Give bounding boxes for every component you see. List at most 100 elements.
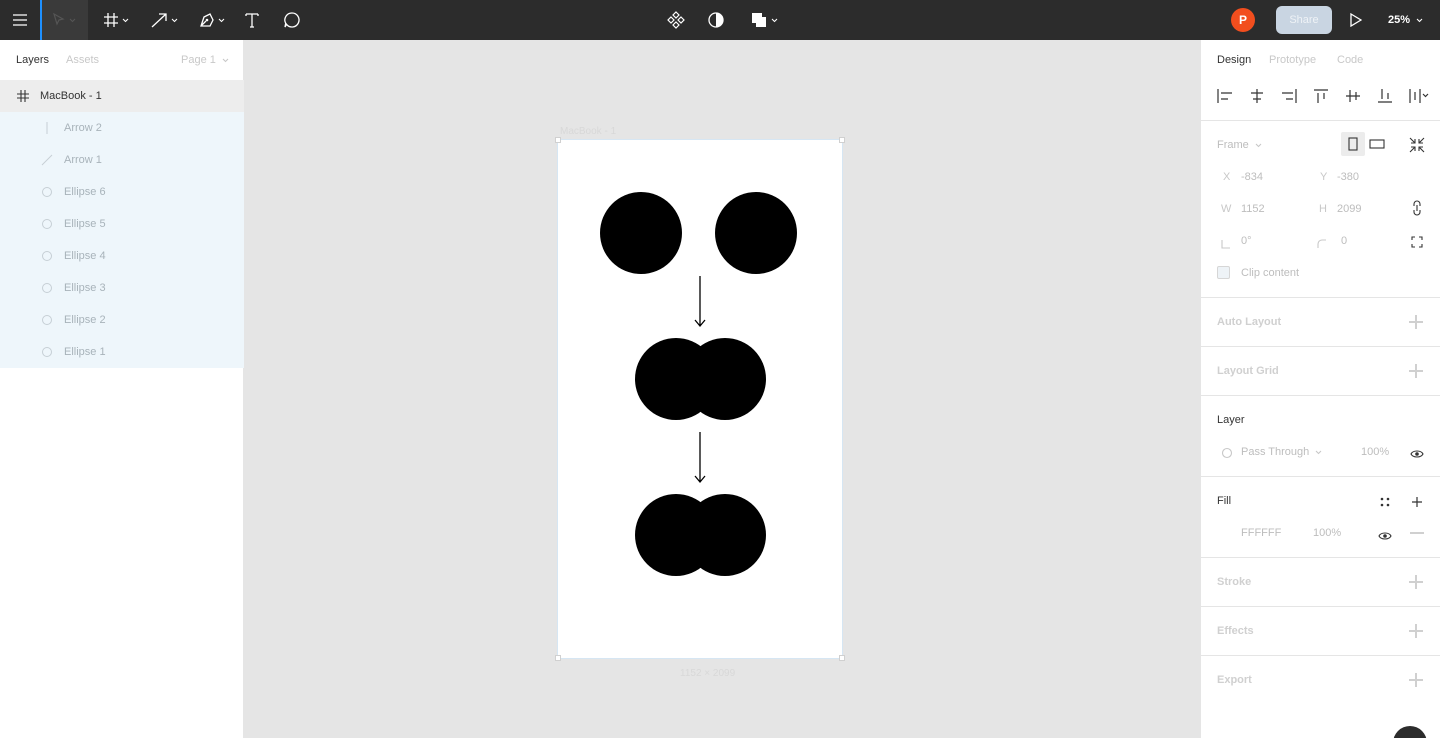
- resize-handle[interactable]: [839, 655, 845, 661]
- frame-dimensions-label: 1152 × 2099: [680, 668, 736, 679]
- component-icon: [667, 11, 685, 29]
- layer-row[interactable]: Ellipse 2: [0, 304, 244, 336]
- landscape-orientation-button[interactable]: [1369, 137, 1385, 151]
- resize-to-fit-button[interactable]: [1409, 137, 1425, 153]
- divider: [1201, 557, 1440, 558]
- arrow-tool-button[interactable]: [144, 0, 184, 40]
- pen-tool-button[interactable]: [192, 0, 232, 40]
- frame-tool-icon: [104, 13, 118, 27]
- share-button[interactable]: Share: [1276, 6, 1332, 34]
- comment-tool-button[interactable]: [280, 0, 304, 40]
- arrow-1[interactable]: [694, 276, 706, 328]
- chevron-down-icon: [218, 18, 225, 22]
- distribute-button[interactable]: [1409, 88, 1440, 104]
- add-effect-button[interactable]: [1409, 624, 1423, 638]
- distribute-icon: [1409, 89, 1429, 103]
- ellipse-2[interactable]: [715, 192, 797, 274]
- align-horizontal-center-button[interactable]: [1249, 88, 1281, 104]
- styles-button[interactable]: [1379, 495, 1391, 513]
- layers-panel: Layers Assets Page 1 MacBook - 1 Arrow 2…: [0, 40, 244, 738]
- layer-row[interactable]: Ellipse 1: [0, 336, 244, 368]
- avatar[interactable]: P: [1231, 8, 1255, 32]
- w-input[interactable]: 1152: [1241, 203, 1265, 215]
- frame-type-selector[interactable]: Frame: [1217, 139, 1262, 151]
- ellipse-1[interactable]: [600, 192, 682, 274]
- present-button[interactable]: [1344, 0, 1368, 40]
- auto-layout-title: Auto Layout: [1217, 316, 1282, 328]
- tab-layers[interactable]: Layers: [16, 54, 49, 66]
- layer-row[interactable]: Ellipse 4: [0, 240, 244, 272]
- layer-row[interactable]: Ellipse 5: [0, 208, 244, 240]
- fill-opacity-input[interactable]: 100%: [1313, 527, 1341, 539]
- zoom-dropdown[interactable]: 25%: [1388, 0, 1423, 40]
- rotation-input[interactable]: 0°: [1241, 235, 1252, 247]
- eye-icon: [1410, 450, 1424, 458]
- resize-handle[interactable]: [839, 137, 845, 143]
- text-tool-button[interactable]: [240, 0, 264, 40]
- boolean-ops-button[interactable]: [744, 0, 784, 40]
- macbook-frame[interactable]: [555, 137, 845, 661]
- align-left-button[interactable]: [1217, 88, 1249, 104]
- landscape-icon: [1369, 139, 1385, 149]
- add-stroke-button[interactable]: [1409, 575, 1423, 589]
- boolean-ops-icon: [752, 13, 766, 27]
- y-input[interactable]: -380: [1337, 171, 1359, 183]
- divider: [1201, 395, 1440, 396]
- independent-corners-button[interactable]: [1411, 235, 1423, 253]
- contrast-button[interactable]: [704, 0, 728, 40]
- visibility-toggle[interactable]: [1410, 446, 1424, 464]
- remove-fill-button[interactable]: [1410, 532, 1424, 534]
- resize-handle[interactable]: [555, 655, 561, 661]
- x-input[interactable]: -834: [1241, 171, 1263, 183]
- line-icon: [40, 121, 54, 135]
- layer-row[interactable]: Arrow 2: [0, 112, 244, 144]
- ellipse-icon: [40, 345, 54, 359]
- ellipse-4[interactable]: [684, 338, 766, 420]
- menu-button[interactable]: [0, 0, 40, 40]
- align-bottom-button[interactable]: [1377, 88, 1409, 104]
- blend-mode-value: Pass Through: [1241, 446, 1310, 458]
- tab-assets[interactable]: Assets: [66, 54, 99, 66]
- tab-design[interactable]: Design: [1217, 54, 1251, 66]
- clip-content-checkbox[interactable]: [1217, 266, 1230, 279]
- align-right-button[interactable]: [1281, 88, 1313, 104]
- export-title: Export: [1217, 674, 1252, 686]
- resize-handle[interactable]: [555, 137, 561, 143]
- add-export-button[interactable]: [1409, 673, 1423, 687]
- arrow-tool-icon: [151, 13, 167, 28]
- pen-tool-icon: [200, 13, 214, 27]
- design-panel: Design Prototype Code Frame X -834 Y -38…: [1200, 40, 1440, 738]
- portrait-orientation-button[interactable]: [1341, 132, 1365, 156]
- h-input[interactable]: 2099: [1337, 203, 1361, 215]
- align-top-button[interactable]: [1313, 88, 1345, 104]
- blend-icon: [1221, 446, 1233, 464]
- canvas[interactable]: MacBook - 1 1152 × 2099: [244, 40, 1200, 738]
- layer-row[interactable]: Ellipse 3: [0, 272, 244, 304]
- layer-opacity-input[interactable]: 100%: [1361, 446, 1389, 458]
- align-vertical-center-button[interactable]: [1345, 88, 1377, 104]
- add-layout-grid-button[interactable]: [1409, 364, 1423, 378]
- component-button[interactable]: [664, 0, 688, 40]
- blend-mode-select[interactable]: Pass Through: [1241, 446, 1322, 458]
- frame-tool-button[interactable]: [96, 0, 136, 40]
- fill-swatch[interactable]: [1221, 526, 1233, 538]
- fill-visibility-toggle[interactable]: [1378, 528, 1392, 546]
- layer-row[interactable]: Arrow 1: [0, 144, 244, 176]
- constrain-proportions-button[interactable]: [1411, 200, 1423, 221]
- add-fill-button[interactable]: [1411, 495, 1423, 513]
- add-auto-layout-button[interactable]: [1409, 315, 1423, 329]
- layer-section-title: Layer: [1217, 414, 1245, 426]
- tab-prototype[interactable]: Prototype: [1269, 54, 1316, 66]
- frame-label[interactable]: MacBook - 1: [560, 126, 616, 137]
- arrow-2[interactable]: [694, 432, 706, 484]
- corner-radius-input[interactable]: 0: [1341, 235, 1347, 247]
- page-selector[interactable]: Page 1: [181, 54, 229, 66]
- fill-hex-input[interactable]: FFFFFF: [1241, 527, 1281, 539]
- move-tool-button[interactable]: [40, 0, 88, 40]
- y-label: Y: [1320, 171, 1328, 183]
- layer-row[interactable]: Ellipse 6: [0, 176, 244, 208]
- frame-type-label: Frame: [1217, 139, 1249, 151]
- layer-row-frame[interactable]: MacBook - 1: [0, 80, 244, 112]
- ellipse-6[interactable]: [684, 494, 766, 576]
- tab-code[interactable]: Code: [1337, 54, 1363, 66]
